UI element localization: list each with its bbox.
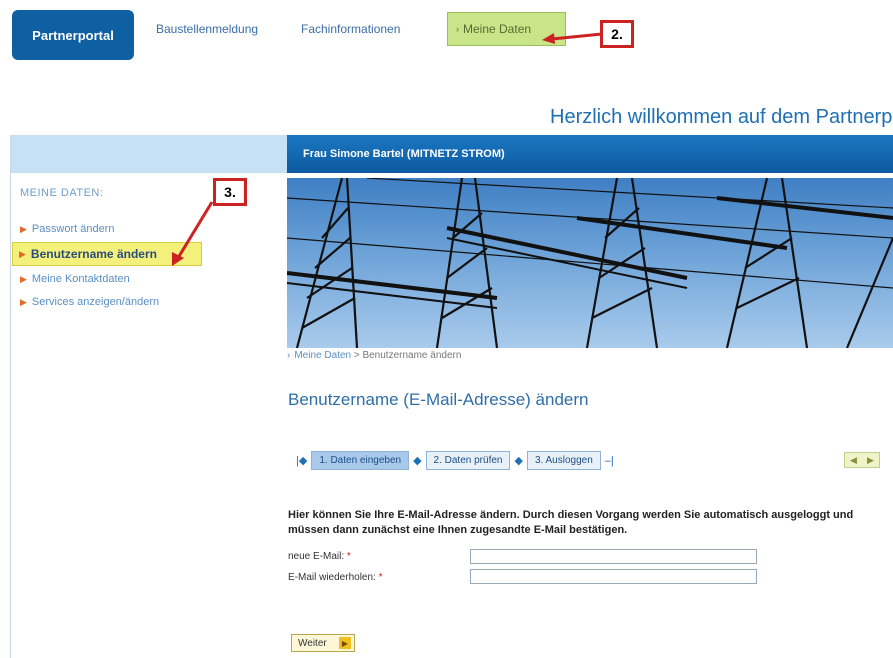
email-label: neue E-Mail: * <box>288 551 351 562</box>
sidebar-item-passwort[interactable]: ▶ Passwort ändern <box>20 223 114 235</box>
prev-icon[interactable]: ◀ <box>850 455 857 466</box>
page-title: Benutzername (E-Mail-Adresse) ändern <box>288 390 589 409</box>
email-input[interactable] <box>470 549 757 564</box>
pager-controls: ◀ ▶ <box>844 452 880 468</box>
form-intro-text: Hier können Sie Ihre E-Mail-Adresse ände… <box>288 509 854 536</box>
required-mark: * <box>346 551 351 562</box>
sidebar-item-label: Meine Kontaktdaten <box>31 273 130 285</box>
power-pylon-illustration <box>287 178 893 348</box>
email-label-text: neue E-Mail: <box>288 551 345 562</box>
user-name-bar: Frau Simone Bartel (MITNETZ STROM) <box>287 135 893 173</box>
required-mark: * <box>378 572 383 583</box>
nav-tab-baustellenmeldung[interactable]: Baustellenmeldung <box>156 22 258 36</box>
sidebar-header-bar <box>10 135 287 173</box>
step-3: 3. Ausloggen <box>526 451 601 470</box>
step-1: 1. Daten eingeben <box>311 451 410 470</box>
sidebar-item-services[interactable]: ▶ Services anzeigen/ändern <box>20 296 159 308</box>
sidebar-item-kontaktdaten[interactable]: ▶ Meine Kontaktdaten <box>20 273 130 285</box>
email-repeat-label-text: E-Mail wiederholen: <box>288 572 376 583</box>
callout-3: 3. <box>213 178 247 206</box>
breadcrumb-link-meine-daten[interactable]: Meine Daten <box>294 350 351 361</box>
callout-arrow-2 <box>542 32 603 44</box>
email-repeat-label: E-Mail wiederholen: * <box>288 572 383 583</box>
arrow-right-icon: ▶ <box>20 274 27 284</box>
bullet-icon: › <box>456 24 459 34</box>
hero-image-power-pylons <box>287 178 893 348</box>
next-icon[interactable]: ▶ <box>867 455 874 466</box>
email-repeat-input[interactable] <box>470 569 757 584</box>
arrow-right-icon: ▶ <box>20 297 27 307</box>
sidebar-item-label: Benutzername ändern <box>30 247 157 261</box>
steps-start-icon: |◆ <box>296 455 308 467</box>
nav-tab-partnerportal[interactable]: Partnerportal <box>12 10 134 60</box>
breadcrumb-separator: > <box>351 350 363 361</box>
nav-tab-fachinformationen[interactable]: Fachinformationen <box>301 22 400 36</box>
sidebar-item-label: Services anzeigen/ändern <box>31 296 160 308</box>
nav-tab-meine-daten-label: Meine Daten <box>463 22 532 36</box>
breadcrumb-current: Benutzername ändern <box>362 350 462 361</box>
step-arrow-icon: ◆ <box>413 455 422 467</box>
weiter-button[interactable]: Weiter ▶ <box>291 634 355 652</box>
sidebar-item-label: Passwort ändern <box>31 223 115 235</box>
welcome-heading: Herzlich willkommen auf dem Partnerp <box>550 106 893 128</box>
callout-2: 2. <box>600 20 634 48</box>
breadcrumb: › Meine Daten > Benutzername ändern <box>287 350 461 361</box>
sidebar-divider <box>10 135 11 658</box>
arrow-right-icon: ▶ <box>19 248 26 259</box>
sidebar-heading: MEINE DATEN: <box>20 187 104 199</box>
steps-end-icon: –| <box>604 454 614 467</box>
step-arrow-icon: ◆ <box>514 455 523 467</box>
breadcrumb-arrow-icon: › <box>287 350 291 361</box>
callout-arrow-3 <box>172 201 214 266</box>
weiter-button-label: Weiter <box>298 637 327 649</box>
arrow-right-icon: ▶ <box>339 637 351 649</box>
step-2: 2. Daten prüfen <box>425 451 511 470</box>
arrow-right-icon: ▶ <box>20 224 27 234</box>
wizard-steps: |◆ 1. Daten eingeben ◆ 2. Daten prüfen ◆… <box>296 451 614 470</box>
